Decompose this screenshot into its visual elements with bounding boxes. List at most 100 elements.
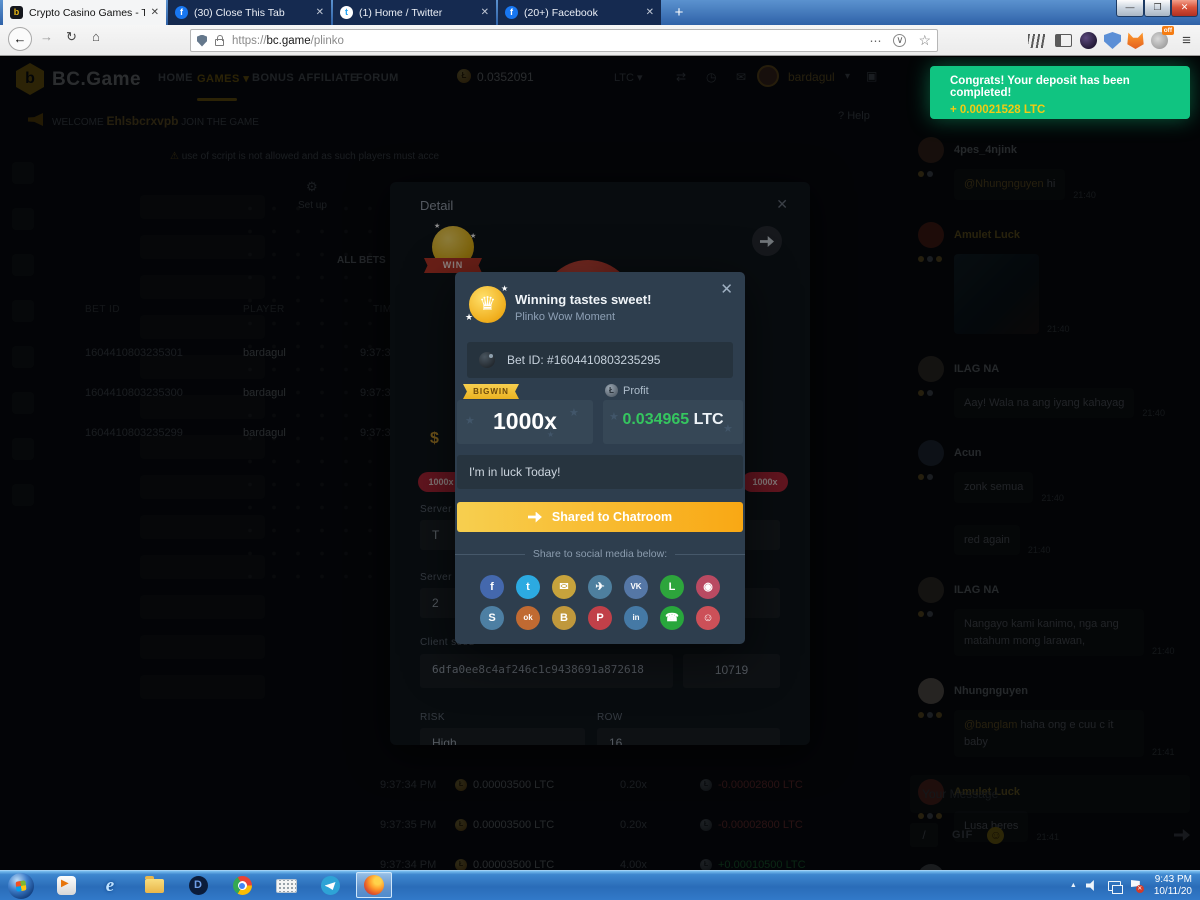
twitter-share-icon[interactable]: t: [516, 575, 540, 599]
deposit-toast[interactable]: Congrats! Your deposit has been complete…: [930, 66, 1190, 119]
share-arrow-icon: [528, 512, 542, 523]
tab-title: (1) Home / Twitter: [359, 7, 475, 19]
screen: b Crypto Casino Games - The 16 ✕ f (30) Clos…: [0, 0, 1200, 900]
off-badge: off: [1162, 26, 1174, 35]
tray-expand-icon[interactable]: ▲: [1070, 882, 1077, 889]
bitcoin-share-icon[interactable]: B: [552, 606, 576, 630]
browser-tab[interactable]: b Crypto Casino Games - The 16 ✕: [3, 0, 166, 25]
toast-amount: + 0.00021528 LTC: [950, 104, 1176, 116]
share-title: Winning tastes sweet!: [515, 292, 651, 307]
toast-title: Congrats! Your deposit has been complete…: [950, 75, 1176, 99]
email-share-icon[interactable]: ✉: [552, 575, 576, 599]
share-close-icon[interactable]: ✕: [720, 280, 733, 298]
library-icon[interactable]: [1028, 34, 1045, 48]
tab-title: Crypto Casino Games - The 16: [29, 7, 145, 19]
whatsapp-share-icon[interactable]: ☎: [660, 606, 684, 630]
taskbar-explorer-icon[interactable]: [136, 872, 172, 900]
instagram-share-icon[interactable]: ◉: [696, 575, 720, 599]
forward-button[interactable]: →: [40, 29, 53, 44]
tab-close-icon[interactable]: ✕: [646, 7, 654, 18]
twitter-favicon-icon: t: [340, 6, 353, 19]
network-icon[interactable]: [1108, 881, 1121, 891]
lock-icon: [215, 39, 224, 46]
sidebar-icon[interactable]: [1055, 34, 1072, 47]
reddit-share-icon[interactable]: ☺: [696, 606, 720, 630]
extension-monkey-icon[interactable]: off: [1151, 32, 1168, 49]
linkedin-share-icon[interactable]: in: [624, 606, 648, 630]
new-tab-button[interactable]: +: [668, 3, 690, 23]
taskbar-wmp-icon[interactable]: [48, 872, 84, 900]
extension-shield-icon[interactable]: [1104, 32, 1121, 49]
profit-value: 0.034965 LTC: [603, 411, 743, 429]
telegram-share-icon[interactable]: ✈: [588, 575, 612, 599]
action-center-flag-icon[interactable]: [1130, 880, 1141, 891]
taskbar-icons: eD: [48, 872, 392, 900]
tab-title: (30) Close This Tab: [194, 7, 310, 19]
skype-share-icon[interactable]: S: [480, 606, 504, 630]
facebook-favicon-icon: f: [175, 6, 188, 19]
taskbar-digibyte-icon[interactable]: D: [180, 872, 216, 900]
tracking-shield-icon[interactable]: [197, 35, 207, 47]
browser-tab[interactable]: t (1) Home / Twitter ✕: [333, 0, 496, 25]
tab-close-icon[interactable]: ✕: [481, 7, 489, 18]
firefox-glyph: [364, 875, 384, 895]
bet-id-text: Bet ID: #1604410803235295: [507, 353, 660, 367]
bet-coin-icon: [479, 352, 495, 368]
bet-id-row: Bet ID: #1604410803235295: [467, 342, 733, 378]
share-dialog: ✕ ♛ ★ ★ Winning tastes sweet! Plinko Wow…: [455, 272, 745, 644]
social-row-1: ft ✉ ✈ VK L ◉: [455, 575, 745, 599]
window-minimize-button[interactable]: —: [1116, 0, 1144, 17]
taskbar-keyboard-icon[interactable]: [268, 872, 304, 900]
start-button[interactable]: [8, 873, 34, 899]
profit-label: Profit: [623, 385, 649, 397]
multiplier-box: ★★★ 1000x: [457, 400, 593, 444]
facebook-share-icon[interactable]: f: [480, 575, 504, 599]
menu-hamburger-icon[interactable]: ≡: [1178, 32, 1195, 49]
url-bar[interactable]: https://bc.game/plinko ⋯ ∨ ☆: [190, 29, 938, 52]
ie-glyph: e: [106, 875, 114, 897]
share-to-chatroom-button[interactable]: Shared to Chatroom: [457, 502, 743, 532]
window-maximize-button[interactable]: ❐: [1144, 0, 1171, 17]
share-subtitle: Plinko Wow Moment: [515, 311, 615, 323]
back-button[interactable]: ←: [8, 27, 32, 51]
line-share-icon[interactable]: L: [660, 575, 684, 599]
bookmark-star-icon[interactable]: ☆: [918, 32, 931, 49]
window-close-button[interactable]: ✕: [1171, 0, 1198, 17]
home-button[interactable]: ⌂: [92, 29, 100, 44]
social-hint: Share to social media below:: [455, 548, 745, 560]
share-message-input[interactable]: I'm in luck Today!: [457, 455, 743, 489]
taskbar-ie-icon[interactable]: e: [92, 872, 128, 900]
telegram-glyph: [321, 876, 340, 895]
profit-coin-icon: Ł: [605, 384, 618, 397]
bc-game-page: b BC.Game HOME GAMES ▾ BONUS AFFILIATE F…: [0, 57, 1200, 870]
tab-close-icon[interactable]: ✕: [316, 7, 324, 18]
browser-tab[interactable]: f(20+) Facebook✕: [498, 0, 661, 25]
odnoklassniki-share-icon[interactable]: ok: [516, 606, 540, 630]
page-actions-icon[interactable]: ⋯: [869, 34, 881, 48]
profit-box: ★★ 0.034965 LTC: [603, 400, 743, 444]
taskbar-firefox-icon[interactable]: [356, 872, 392, 898]
taskbar-telegram-icon[interactable]: [312, 872, 348, 900]
metamask-fox-icon[interactable]: [1127, 32, 1144, 49]
url-text: https://bc.game/plinko: [232, 35, 344, 47]
vk-share-icon[interactable]: VK: [624, 575, 648, 599]
browser-tab-strip: b Crypto Casino Games - The 16 ✕ f (30) Clos…: [0, 0, 1200, 25]
digibyte-glyph: D: [189, 876, 208, 895]
keyboard-glyph: [276, 879, 297, 893]
taskbar-chrome-icon[interactable]: [224, 872, 260, 900]
pocket-icon[interactable]: ∨: [893, 34, 906, 47]
extension-dark-icon[interactable]: [1080, 32, 1097, 49]
volume-icon[interactable]: [1086, 880, 1099, 891]
windows-taskbar: eD ▲ 9:43 PM10/11/20: [0, 870, 1200, 900]
pinterest-share-icon[interactable]: P: [588, 606, 612, 630]
multiplier-value: 1000x: [457, 408, 593, 435]
taskbar-clock[interactable]: 9:43 PM10/11/20: [1150, 874, 1192, 898]
reload-button[interactable]: ↻: [66, 29, 77, 45]
bigwin-badge: BIGWIN: [463, 384, 519, 399]
browser-tab[interactable]: f (30) Close This Tab ✕: [168, 0, 331, 25]
tab-title: (20+) Facebook: [524, 7, 640, 19]
bcgame-favicon-icon: b: [10, 6, 23, 19]
wmp-glyph: [57, 876, 76, 895]
explorer-glyph: [145, 879, 164, 893]
tab-close-icon[interactable]: ✕: [151, 7, 159, 18]
